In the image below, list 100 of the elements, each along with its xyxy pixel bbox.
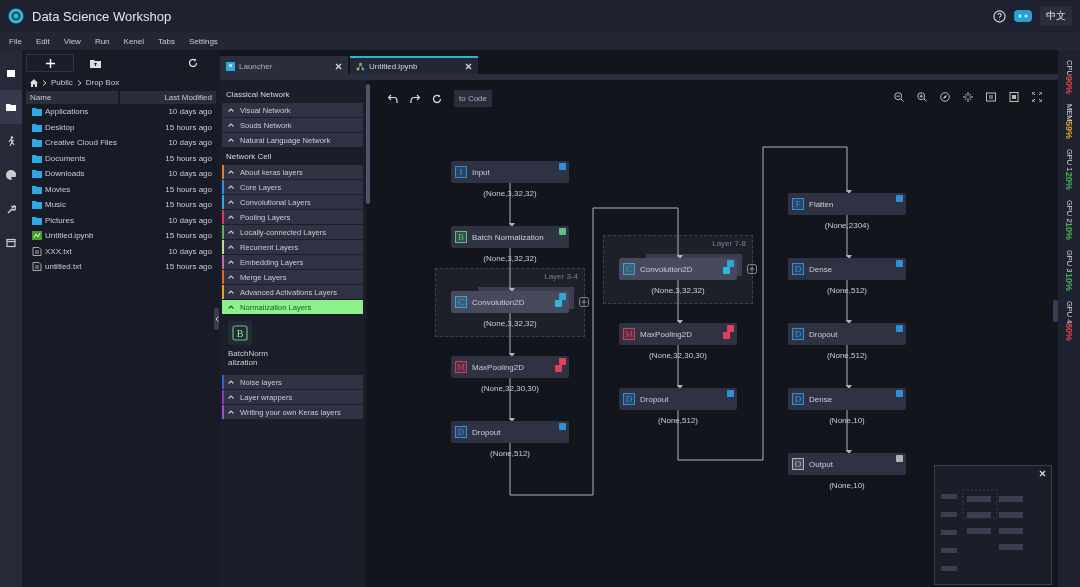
layer-type-icon: D	[792, 393, 804, 405]
layer-node[interactable]: D Dropout	[619, 388, 737, 410]
collapse-handle[interactable]	[214, 307, 219, 330]
menu-item[interactable]: Settings	[188, 36, 218, 46]
close-icon[interactable]	[1039, 470, 1046, 477]
resource-value: 80%	[1064, 323, 1074, 342]
collapse-handle[interactable]	[1053, 300, 1058, 322]
tab[interactable]: Untitled.ipynb	[350, 56, 478, 74]
window-icon	[6, 238, 16, 248]
tensor-dims-label: (None,512)	[826, 286, 868, 295]
layer-node[interactable]: O Output	[788, 453, 906, 475]
help-icon[interactable]	[993, 9, 1006, 23]
layer-node[interactable]: M MaxPooling2D	[619, 323, 737, 345]
file-name[interactable]: untitled.txt	[45, 262, 166, 272]
resource-value: 20%	[1064, 171, 1074, 190]
collapse-icon[interactable]	[963, 92, 973, 102]
column-header[interactable]: Last Modified	[120, 91, 216, 104]
layer-label: BatchNormalization	[228, 349, 268, 367]
logo-icon	[8, 8, 24, 24]
close-icon[interactable]	[465, 62, 472, 70]
layer-node[interactable]: F Flatten	[788, 193, 906, 215]
language-selector[interactable]: 中文	[1040, 6, 1072, 26]
menu-item[interactable]: Run	[94, 36, 110, 46]
layer-type-icon: C	[623, 263, 635, 275]
add-icon[interactable]	[747, 264, 757, 274]
tab[interactable]: Launcher	[220, 56, 348, 74]
file-name[interactable]: Music	[45, 200, 166, 210]
menu-item[interactable]: Edit	[35, 36, 50, 46]
layer-node[interactable]: C Convolution2D	[619, 258, 737, 280]
frame-icon[interactable]	[1009, 92, 1019, 102]
file-modified: 10 days ago	[168, 246, 212, 256]
home-icon[interactable]	[30, 78, 38, 87]
menu-item[interactable]: Tabs	[158, 36, 175, 46]
folder-upload-icon[interactable]	[90, 58, 101, 68]
chevron-up-icon	[228, 380, 234, 384]
compass-icon[interactable]	[940, 92, 950, 102]
file-name[interactable]: Untitled.ipynb	[45, 231, 166, 241]
chevron-up-icon	[228, 395, 234, 399]
chevron-up-icon	[228, 123, 234, 127]
breadcrumb-item[interactable]: Drop Box	[85, 78, 120, 87]
section-heading: Classical Network	[225, 89, 291, 101]
file-modified: 15 hours ago	[165, 262, 212, 272]
palette-icon	[6, 170, 16, 180]
zoom-out-icon[interactable]	[894, 92, 904, 102]
fit-view-icon[interactable]	[986, 92, 996, 102]
sidebar-tab[interactable]	[0, 90, 22, 124]
chevron-up-icon	[228, 275, 234, 279]
file-name[interactable]: Pictures	[45, 215, 169, 225]
file-name[interactable]: XXX.txt	[45, 246, 169, 256]
layer-type-icon: D	[792, 263, 804, 275]
file-modified: 10 days ago	[168, 215, 212, 225]
breadcrumb-item[interactable]: Public	[51, 78, 73, 87]
chevron-up-icon	[228, 410, 234, 414]
to-code-button[interactable]: to Code	[454, 90, 493, 107]
file-modified: 15 hours ago	[165, 153, 212, 163]
tensor-dims-label: (None,10)	[828, 416, 866, 425]
menu-item[interactable]: View	[63, 36, 81, 46]
file-name[interactable]: Movies	[45, 184, 166, 194]
layer-node[interactable]: D Dropout	[788, 323, 906, 345]
layer-node[interactable]: M MaxPooling2D	[451, 356, 569, 378]
layer-node[interactable]: D Dense	[788, 388, 906, 410]
layer-type-icon: M	[623, 328, 635, 340]
scrollbar-thumb[interactable]	[366, 84, 370, 204]
layer-node[interactable]: D Dense	[788, 258, 906, 280]
tensor-dims-label: (None,3,32,32)	[482, 319, 538, 328]
menu-item[interactable]: File	[9, 36, 22, 46]
layer-node[interactable]: D Dropout	[451, 421, 569, 443]
menu-item[interactable]: Kenel	[123, 36, 145, 46]
close-icon[interactable]	[335, 62, 342, 70]
file-modified: 15 hours ago	[165, 231, 212, 241]
layer-node[interactable]: I Input	[451, 161, 569, 183]
status-badge	[559, 423, 566, 430]
fullscreen-icon[interactable]	[1032, 92, 1042, 102]
zoom-in-icon[interactable]	[917, 92, 927, 102]
file-name[interactable]: Documents	[45, 153, 166, 163]
layer-node[interactable]: C Convolution2D	[451, 291, 569, 313]
file-name[interactable]: Creative Cloud Files	[45, 138, 169, 148]
status-badge	[896, 325, 903, 332]
user-avatar-icon[interactable]	[1014, 10, 1032, 22]
file-name[interactable]: Applications	[45, 107, 169, 117]
add-icon[interactable]	[579, 297, 589, 307]
layer-tile-icon[interactable]: B	[228, 321, 252, 345]
redo-icon[interactable]	[410, 93, 420, 104]
layer-type-icon: D	[455, 426, 467, 438]
resource-value: 10%	[1064, 222, 1074, 241]
status-badge	[727, 390, 734, 397]
file-modified: 15 hours ago	[165, 122, 212, 132]
new-button[interactable]	[26, 54, 74, 72]
file-name[interactable]: Downloads	[45, 169, 169, 179]
column-header[interactable]: Name	[26, 91, 118, 104]
refresh-icon[interactable]	[432, 93, 442, 104]
tensor-dims-label: (None,32,30,30)	[648, 351, 708, 360]
undo-icon[interactable]	[388, 93, 398, 104]
chevron-left-icon	[214, 315, 219, 322]
refresh-icon[interactable]	[188, 58, 198, 68]
file-name[interactable]: Desktop	[45, 122, 166, 132]
file-modified: 10 days ago	[168, 169, 212, 179]
layer-node[interactable]: B Batch Normalization	[451, 226, 569, 248]
chevron-up-icon	[228, 260, 234, 264]
tensor-dims-label: (None,3,32,32)	[650, 286, 706, 295]
